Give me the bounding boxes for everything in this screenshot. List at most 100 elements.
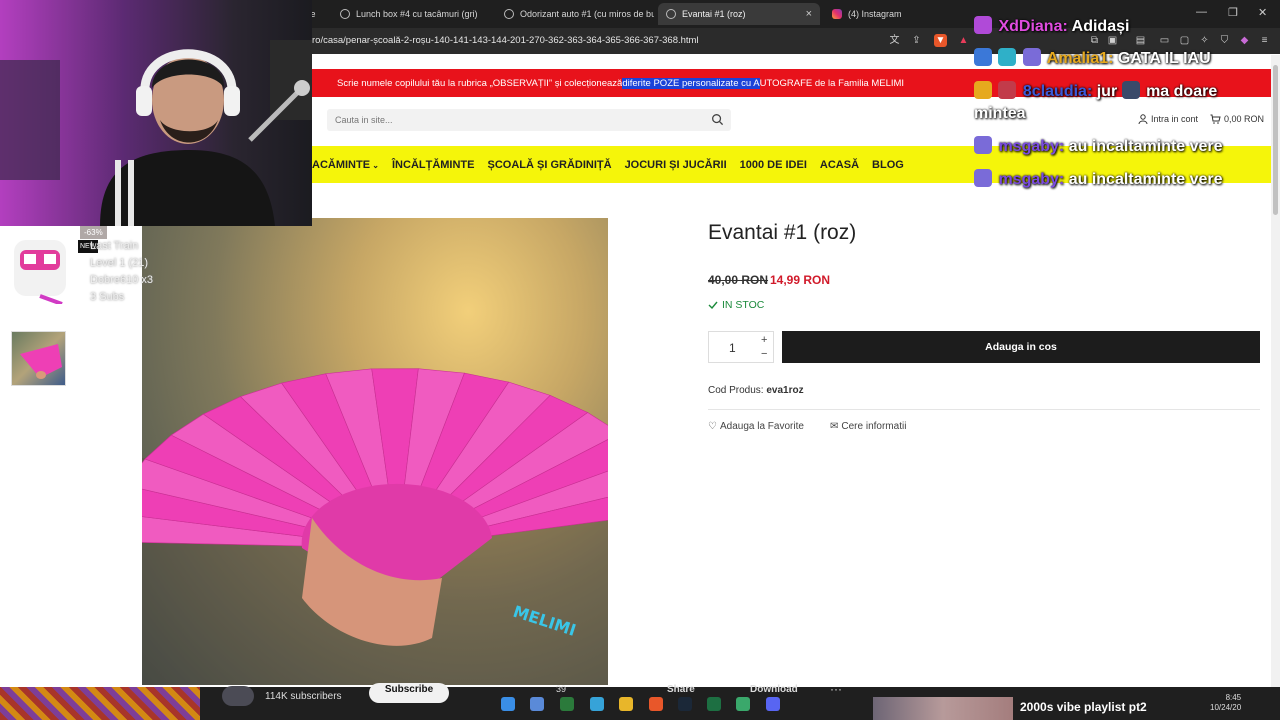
pink-fan-illustration: MELIMI xyxy=(142,368,608,685)
discount-badge: -63% xyxy=(80,226,107,239)
request-info-link[interactable]: ✉ Cere informatii xyxy=(830,421,906,432)
chat-badge-icon xyxy=(974,16,992,34)
streamer-webcam-image xyxy=(0,40,312,226)
download-button[interactable]: Download xyxy=(750,684,798,695)
chat-message: msgaby: au incaltaminte vere xyxy=(974,169,1223,189)
user-icon xyxy=(1138,114,1148,124)
emote-icon xyxy=(1121,81,1140,99)
product-code: Cod Produs: eva1roz xyxy=(708,385,804,396)
minimize-icon[interactable]: — xyxy=(1196,6,1207,18)
webcam-overlay xyxy=(0,0,312,226)
alert-line: Level 1 (21) xyxy=(90,257,149,269)
share-icon[interactable]: ⇪ xyxy=(910,34,923,47)
brave-shield-icon[interactable]: ▼ xyxy=(934,34,947,47)
globe-icon xyxy=(504,9,514,19)
page-scrollbar[interactable] xyxy=(1271,55,1280,687)
chat-text: Adidași xyxy=(1071,18,1130,35)
close-window-icon[interactable]: ✕ xyxy=(1258,6,1267,19)
tab-lunch-box[interactable]: Lunch box #4 cu tacâmuri (gri) xyxy=(332,3,492,25)
nav-label: ACĂMINTE xyxy=(312,158,371,171)
tab-search-icon[interactable]: ▭ xyxy=(1158,34,1171,47)
tab-title: Lunch box #4 cu tacâmuri (gri) xyxy=(356,9,478,19)
instagram-icon xyxy=(832,9,842,19)
sidebar-icon[interactable]: ▤ xyxy=(1134,34,1147,47)
nav-item-incaltaminte[interactable]: ÎNCĂLȚĂMINTE xyxy=(392,159,475,171)
url-text[interactable]: ro/casa/penar-școală-2-roșu-140-141-143-… xyxy=(312,35,699,46)
announcement-text: Scrie numele copilului tău la rubrica „O… xyxy=(337,77,623,89)
quantity-value[interactable]: 1 xyxy=(729,341,736,355)
maximize-icon[interactable]: ❐ xyxy=(1228,6,1238,19)
excel-icon[interactable] xyxy=(707,697,721,711)
cart-link[interactable]: 0,00 RON xyxy=(1210,114,1264,124)
account-link[interactable]: Intra in cont xyxy=(1138,114,1198,124)
stock-status: IN STOC xyxy=(708,299,764,311)
sku-value: eva1roz xyxy=(766,385,804,396)
quantity-minus-button[interactable]: − xyxy=(761,348,767,360)
favorites-label: Adauga la Favorite xyxy=(719,421,804,432)
add-to-favorites-link[interactable]: ♡ Adauga la Favorite xyxy=(708,421,804,432)
scrollbar-thumb[interactable] xyxy=(1273,65,1278,215)
chat-message-continued: mintea xyxy=(974,105,1026,122)
alert-line: 3 Subs xyxy=(90,291,125,303)
app-icon[interactable] xyxy=(736,697,750,711)
share-button[interactable]: Share xyxy=(667,684,695,695)
brave-icon[interactable] xyxy=(649,697,663,711)
edge-icon[interactable] xyxy=(590,697,604,711)
old-price: 40,00 RON xyxy=(708,273,769,287)
globe-icon xyxy=(340,9,350,19)
chat-username: msgaby: xyxy=(998,171,1065,188)
envelope-icon: ✉ xyxy=(830,421,839,432)
subscriber-count: 114K subscribers xyxy=(265,691,342,702)
windows-start-icon[interactable] xyxy=(501,697,515,711)
nav-item-blog[interactable]: BLOG xyxy=(872,159,904,171)
fan-thumbnail-image xyxy=(20,344,62,379)
product-title: Evantai #1 (roz) xyxy=(708,221,857,244)
menu-icon[interactable]: ≡ xyxy=(1258,34,1271,47)
app-icon[interactable] xyxy=(560,697,574,711)
search-placeholder: Cauta in site... xyxy=(335,115,393,125)
chat-text: jur xyxy=(1096,83,1118,100)
nav-item-acasa[interactable]: ACASĂ xyxy=(820,159,859,171)
alert-line: Dobre610 x3 xyxy=(90,274,153,286)
vpn-icon[interactable]: ⛉ xyxy=(1218,34,1231,47)
puzzle-icon[interactable]: ✧ xyxy=(1198,34,1211,47)
more-options-icon[interactable]: ··· xyxy=(830,682,842,696)
nav-item-jocuri[interactable]: JOCURI ȘI JUCĂRII xyxy=(625,159,727,171)
subscriber-alert: -63% NEW Last Train Level 1 (21) Dobre61… xyxy=(0,226,170,316)
tab-instagram[interactable]: (4) Instagram xyxy=(824,3,964,25)
chat-badge-icon xyxy=(1022,48,1041,66)
system-clock[interactable]: 8:45 10/24/20 xyxy=(1210,693,1241,713)
channel-avatar[interactable] xyxy=(222,686,254,706)
task-view-icon[interactable] xyxy=(530,697,544,711)
search-icon[interactable] xyxy=(711,113,724,126)
search-input[interactable]: Cauta in site... xyxy=(327,109,731,131)
chat-username: XdDiana: xyxy=(998,18,1068,35)
tab-evantai[interactable]: Evantai #1 (roz) × xyxy=(658,3,820,25)
divider xyxy=(708,409,1260,410)
add-to-cart-button[interactable]: Adauga in cos xyxy=(782,331,1260,363)
quantity-stepper[interactable]: 1 + − xyxy=(708,331,774,363)
tab-title: (4) Instagram xyxy=(848,9,902,19)
stock-label: IN STOC xyxy=(722,299,765,311)
tab-odorizant[interactable]: Odorizant auto #1 (cu miros de bubble xyxy=(496,3,654,25)
announcement-selected-text: diferite POZE personalizate cu A xyxy=(622,77,760,89)
close-tab-icon[interactable]: × xyxy=(806,8,812,20)
nav-item-scoala[interactable]: ȘCOALĂ ȘI GRĂDINIȚĂ xyxy=(488,159,612,171)
product-image[interactable]: MELIMI xyxy=(142,218,608,685)
discord-icon[interactable] xyxy=(766,697,780,711)
quantity-plus-button[interactable]: + xyxy=(761,334,767,346)
nav-item-idei[interactable]: 1000 DE IDEI xyxy=(740,159,807,171)
chat-username: 8claudia: xyxy=(1022,83,1093,100)
file-explorer-icon[interactable] xyxy=(619,697,633,711)
chat-message: 8claudia: jur ma doare xyxy=(974,81,1217,101)
rewards-icon[interactable]: ▲ xyxy=(957,34,970,47)
nav-item-imbracaminte[interactable]: ACĂMINTE ⌄ xyxy=(312,159,379,171)
subscribe-button[interactable]: Subscribe xyxy=(369,683,449,703)
sale-price: 14,99 RON xyxy=(770,273,831,287)
leo-icon[interactable]: ◆ xyxy=(1238,34,1251,47)
steam-icon[interactable] xyxy=(678,697,692,711)
chat-text: ma doare xyxy=(1146,83,1218,100)
wallet-icon[interactable]: ▢ xyxy=(1178,34,1191,47)
gallery-thumbnail[interactable] xyxy=(11,331,66,386)
translate-icon[interactable]: 文 xyxy=(888,34,901,47)
